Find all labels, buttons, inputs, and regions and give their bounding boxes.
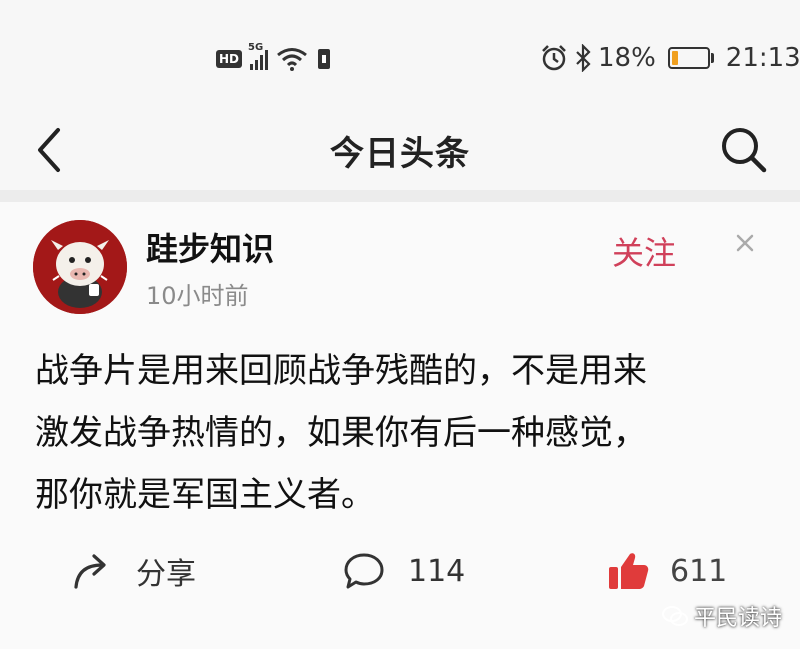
watermark: 平民读诗 xyxy=(662,600,782,632)
hd-icon: HD xyxy=(216,50,243,68)
network-type: 5G xyxy=(248,42,264,53)
follow-button[interactable]: 关注 xyxy=(612,228,676,274)
section-divider xyxy=(0,190,800,202)
search-icon[interactable] xyxy=(718,124,770,176)
like-count: 611 xyxy=(670,553,728,589)
post-body: 战争片是用来回顾战争残酷的，不是用来 激发战争热情的，如果你有后一种感觉， 那你… xyxy=(35,340,775,526)
title-bar: 今日头条 xyxy=(0,110,800,190)
sim-icon xyxy=(318,49,331,69)
watermark-text: 平民读诗 xyxy=(694,606,783,631)
share-label: 分享 xyxy=(136,557,196,592)
wechat-icon xyxy=(662,606,688,626)
close-icon[interactable] xyxy=(734,232,756,254)
status-left: HD 5G xyxy=(216,42,332,74)
status-bar: HD 5G 18% 21:13 xyxy=(0,0,800,110)
post-text-line: 战争片是用来回顾战争残酷的，不是用来 xyxy=(35,351,647,391)
status-time: 21:13 xyxy=(725,43,800,73)
signal-icon: 5G xyxy=(248,42,269,70)
page-title: 今日头条 xyxy=(330,134,470,174)
share-icon xyxy=(74,554,106,589)
battery-percent: 18% xyxy=(598,43,656,73)
comment-icon xyxy=(344,553,384,589)
post-text-line: 那你就是军国主义者。 xyxy=(35,475,375,515)
like-button[interactable]: 611 xyxy=(606,546,727,596)
author-name[interactable]: 跬步知识 xyxy=(146,224,274,270)
share-button[interactable]: 分享 xyxy=(70,546,196,596)
post-card: 跬步知识 10小时前 关注 战争片是用来回顾战争残酷的，不是用来 激发战争热情的… xyxy=(0,202,800,649)
status-right: 18% 21:13 xyxy=(540,40,800,76)
comment-button[interactable]: 114 xyxy=(342,546,465,596)
bluetooth-icon xyxy=(576,44,591,72)
comment-count: 114 xyxy=(408,553,466,589)
battery-icon xyxy=(667,47,714,69)
cow-mascot-icon xyxy=(33,220,127,314)
post-time: 10小时前 xyxy=(146,282,249,310)
avatar[interactable] xyxy=(33,220,127,314)
post-text-line: 激发战争热情的，如果你有后一种感觉， xyxy=(35,413,647,453)
wifi-icon xyxy=(277,48,307,71)
alarm-icon xyxy=(542,45,566,71)
thumbs-up-icon xyxy=(609,553,649,589)
